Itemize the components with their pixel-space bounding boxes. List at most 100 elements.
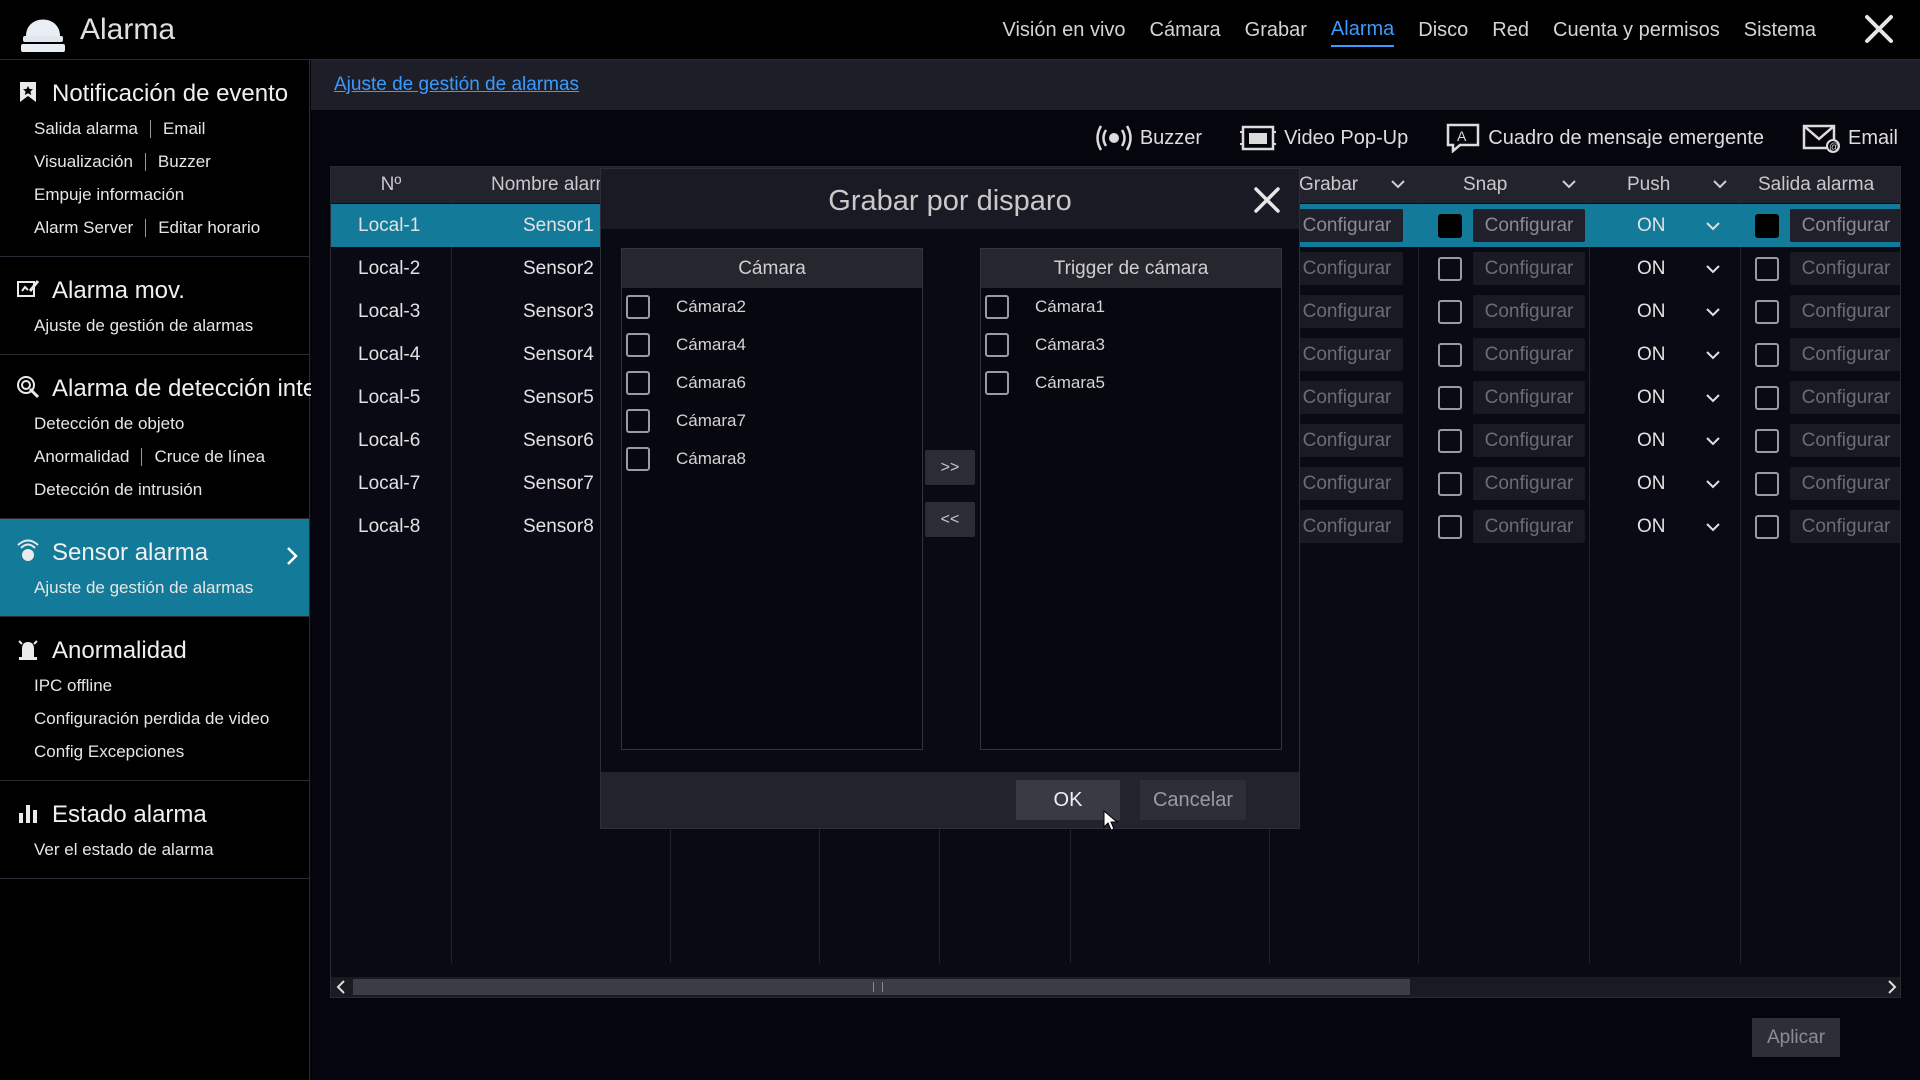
nav-item-7[interactable]: Sistema: [1744, 15, 1816, 46]
chevron-down-icon[interactable]: [1706, 436, 1720, 446]
scrollbar-thumb[interactable]: [353, 979, 1410, 995]
snap-checkbox[interactable]: [1438, 257, 1462, 281]
sidebar-link[interactable]: Visualización: [34, 152, 133, 172]
sidebar-section-header[interactable]: Alarma de detección inteligente: [0, 367, 387, 407]
sidebar-link[interactable]: Detección de objeto: [34, 414, 184, 434]
sidebar-link[interactable]: Cruce de línea: [154, 447, 265, 467]
snap-configure-button[interactable]: Configurar: [1473, 467, 1585, 500]
scroll-left-icon[interactable]: [331, 977, 351, 997]
output-configure-button[interactable]: Configurar: [1790, 510, 1900, 543]
snap-configure-button[interactable]: Configurar: [1473, 295, 1585, 328]
nav-item-0[interactable]: Visión en vivo: [1002, 15, 1125, 46]
sidebar-link[interactable]: Empuje información: [34, 185, 184, 205]
sidebar-link[interactable]: Detección de intrusión: [34, 480, 202, 500]
output-configure-button[interactable]: Configurar: [1790, 424, 1900, 457]
video-popup-button[interactable]: Video Pop-Up: [1240, 124, 1408, 152]
push-select[interactable]: ON: [1637, 462, 1666, 505]
camera-checkbox[interactable]: [626, 371, 650, 395]
snap-configure-button[interactable]: Configurar: [1473, 252, 1585, 285]
close-icon[interactable]: [1253, 186, 1281, 214]
output-checkbox[interactable]: [1755, 472, 1779, 496]
sidebar-link[interactable]: Ver el estado de alarma: [34, 840, 214, 860]
move-right-button[interactable]: >>: [925, 450, 975, 485]
scroll-right-icon[interactable]: [1882, 977, 1901, 997]
camera-list-item[interactable]: Cámara2: [622, 288, 922, 326]
output-checkbox[interactable]: [1755, 214, 1779, 238]
output-checkbox[interactable]: [1755, 429, 1779, 453]
chevron-down-icon[interactable]: [1706, 350, 1720, 360]
nav-item-2[interactable]: Grabar: [1245, 15, 1307, 46]
camera-checkbox[interactable]: [626, 409, 650, 433]
message-popup-button[interactable]: A Cuadro de mensaje emergente: [1446, 123, 1764, 153]
move-left-button[interactable]: <<: [925, 502, 975, 537]
chevron-down-icon[interactable]: [1706, 221, 1720, 231]
camera-list-item[interactable]: Cámara3: [981, 326, 1281, 364]
camera-list-item[interactable]: Cámara6: [622, 364, 922, 402]
sidebar-link[interactable]: IPC offline: [34, 676, 112, 696]
output-configure-button[interactable]: Configurar: [1790, 381, 1900, 414]
output-configure-button[interactable]: Configurar: [1790, 295, 1900, 328]
email-button[interactable]: @ Email: [1802, 123, 1898, 153]
snap-checkbox[interactable]: [1438, 214, 1462, 238]
camera-checkbox[interactable]: [985, 295, 1009, 319]
sidebar-link[interactable]: Configuración perdida de video: [34, 709, 269, 729]
output-configure-button[interactable]: Configurar: [1790, 209, 1900, 242]
camera-checkbox[interactable]: [626, 447, 650, 471]
camera-checkbox[interactable]: [626, 295, 650, 319]
camera-checkbox[interactable]: [985, 333, 1009, 357]
nav-item-1[interactable]: Cámara: [1150, 15, 1221, 46]
sidebar-link[interactable]: Editar horario: [158, 218, 260, 238]
snap-configure-button[interactable]: Configurar: [1473, 381, 1585, 414]
camera-list-item[interactable]: Cámara8: [622, 440, 922, 478]
push-select[interactable]: ON: [1637, 419, 1666, 462]
snap-checkbox[interactable]: [1438, 472, 1462, 496]
push-select[interactable]: ON: [1637, 204, 1666, 247]
snap-configure-button[interactable]: Configurar: [1473, 510, 1585, 543]
sidebar-link[interactable]: Ajuste de gestión de alarmas: [34, 316, 253, 336]
sidebar-link[interactable]: Anormalidad: [34, 447, 129, 467]
record-configure-button[interactable]: Configurar: [1291, 209, 1403, 242]
record-configure-button[interactable]: Configurar: [1291, 424, 1403, 457]
push-select[interactable]: ON: [1637, 247, 1666, 290]
camera-list-item[interactable]: Cámara5: [981, 364, 1281, 402]
output-checkbox[interactable]: [1755, 515, 1779, 539]
record-configure-button[interactable]: Configurar: [1291, 467, 1403, 500]
output-configure-button[interactable]: Configurar: [1790, 252, 1900, 285]
push-select[interactable]: ON: [1637, 505, 1666, 548]
record-configure-button[interactable]: Configurar: [1291, 252, 1403, 285]
header-snap[interactable]: Snap: [1418, 167, 1588, 203]
camera-list-item[interactable]: Cámara7: [622, 402, 922, 440]
apply-button[interactable]: Aplicar: [1752, 1018, 1840, 1057]
record-configure-button[interactable]: Configurar: [1291, 338, 1403, 371]
sidebar-section-header[interactable]: Alarma mov.: [0, 269, 309, 309]
buzzer-button[interactable]: Buzzer: [1096, 123, 1202, 153]
sidebar-link[interactable]: Email: [163, 119, 206, 139]
cancel-button[interactable]: Cancelar: [1140, 780, 1246, 820]
sidebar-link[interactable]: Salida alarma: [34, 119, 138, 139]
output-checkbox[interactable]: [1755, 386, 1779, 410]
push-select[interactable]: ON: [1637, 376, 1666, 419]
camera-checkbox[interactable]: [985, 371, 1009, 395]
snap-configure-button[interactable]: Configurar: [1473, 338, 1585, 371]
output-checkbox[interactable]: [1755, 257, 1779, 281]
chevron-down-icon[interactable]: [1706, 393, 1720, 403]
sidebar-link[interactable]: Buzzer: [158, 152, 211, 172]
close-icon[interactable]: [1862, 12, 1896, 46]
sidebar-section-header[interactable]: Estado alarma: [0, 793, 309, 833]
breadcrumb-link[interactable]: Ajuste de gestión de alarmas: [334, 74, 579, 96]
output-configure-button[interactable]: Configurar: [1790, 467, 1900, 500]
snap-checkbox[interactable]: [1438, 515, 1462, 539]
camera-list-item[interactable]: Cámara1: [981, 288, 1281, 326]
nav-item-4[interactable]: Disco: [1418, 15, 1468, 46]
snap-checkbox[interactable]: [1438, 429, 1462, 453]
chevron-down-icon[interactable]: [1706, 522, 1720, 532]
chevron-down-icon[interactable]: [1706, 479, 1720, 489]
output-configure-button[interactable]: Configurar: [1790, 338, 1900, 371]
push-select[interactable]: ON: [1637, 333, 1666, 376]
record-configure-button[interactable]: Configurar: [1291, 295, 1403, 328]
output-checkbox[interactable]: [1755, 343, 1779, 367]
snap-checkbox[interactable]: [1438, 386, 1462, 410]
header-push[interactable]: Push: [1589, 167, 1739, 203]
sidebar-section-header[interactable]: Notificación de evento: [0, 72, 309, 112]
record-configure-button[interactable]: Configurar: [1291, 510, 1403, 543]
